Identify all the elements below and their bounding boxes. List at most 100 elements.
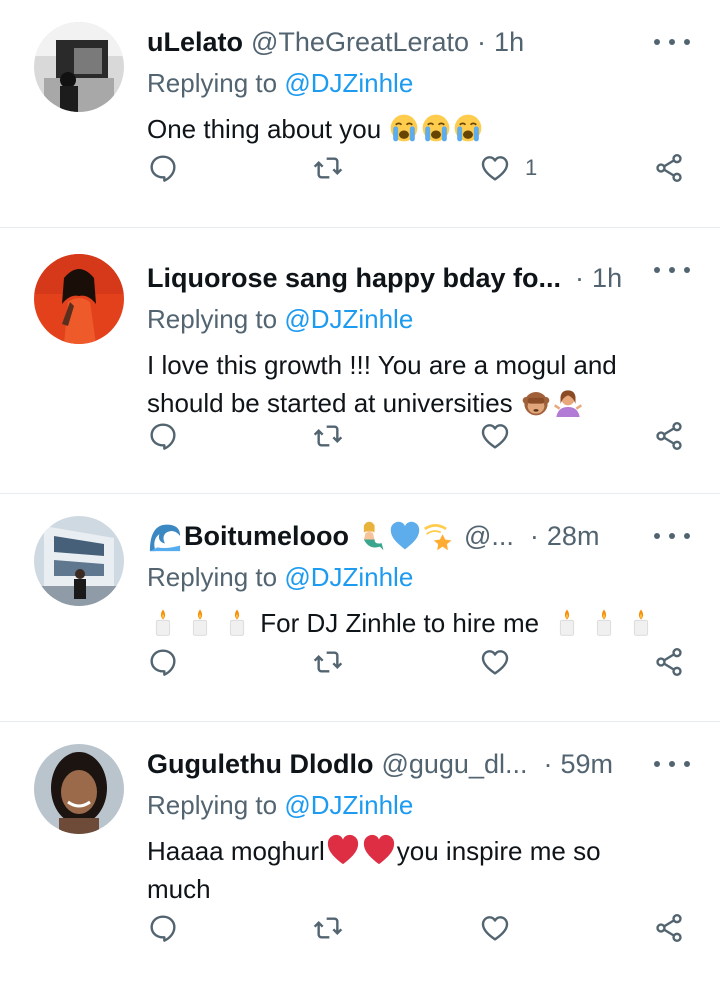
tweet[interactable]: uLelato @TheGreatLerato · 1h Replying to… (0, 0, 720, 228)
share-button[interactable] (653, 912, 685, 944)
dizzy-emoji (423, 520, 455, 552)
tweet-text: Haaaa moghurl you inspire me so much (147, 832, 690, 908)
tweet-text: For DJ Zinhle to hire me (147, 604, 690, 642)
avatar[interactable] (34, 516, 124, 606)
reply-icon (147, 152, 179, 184)
see-no-evil-monkey-emoji (521, 387, 551, 417)
separator-dot: · (543, 748, 553, 779)
more-icon[interactable] (654, 260, 690, 280)
avatar[interactable] (34, 254, 124, 344)
retweet-button[interactable] (312, 912, 344, 944)
separator-dot: · (575, 262, 585, 293)
timestamp[interactable]: 1h (592, 263, 622, 294)
like-button[interactable] (479, 912, 511, 944)
retweet-icon (312, 420, 344, 452)
share-icon (653, 152, 685, 184)
mermaid-emoji (355, 520, 387, 552)
like-count: 1 (525, 155, 538, 180)
separator-dot: · (529, 520, 539, 551)
tweet-text-line: I love this growth !!! You are a mogul a… (147, 350, 617, 380)
user-handle[interactable]: @TheGreatLerato (251, 27, 469, 58)
retweet-icon (312, 646, 344, 678)
reply-button[interactable] (147, 646, 179, 678)
retweet-icon (312, 152, 344, 184)
more-icon[interactable] (654, 526, 690, 546)
display-name[interactable]: Liquorose sang happy bday fo... (147, 263, 561, 294)
heart-icon (479, 420, 511, 452)
reply-icon (147, 912, 179, 944)
blue-heart-emoji (389, 520, 421, 552)
mention-link[interactable]: @DJZinhle (284, 68, 413, 98)
mention-link[interactable]: @DJZinhle (284, 304, 413, 334)
user-handle[interactable]: @gugu_dl... (381, 749, 527, 780)
like-button[interactable] (479, 420, 511, 452)
display-name[interactable]: Gugulethu Dlodlo (147, 749, 373, 780)
tweet-text-part: you inspire me so (396, 836, 601, 866)
share-button[interactable] (653, 152, 685, 184)
tweet-text: One thing about you (147, 110, 690, 148)
replying-to-label: Replying to (147, 562, 278, 592)
candle-emoji (185, 607, 215, 637)
reply-button[interactable] (147, 420, 179, 452)
loudly-crying-face-emoji (453, 113, 483, 143)
reply-icon (147, 646, 179, 678)
like-button[interactable] (479, 646, 511, 678)
timestamp[interactable]: 28m (547, 521, 600, 552)
heart-icon (479, 152, 511, 184)
tweet-text-part: Haaaa moghurl (147, 836, 325, 866)
replying-to-label: Replying to (147, 790, 278, 820)
share-icon (653, 646, 685, 678)
avatar[interactable] (34, 744, 124, 834)
replying-to: Replying to @DJZinhle (147, 304, 690, 338)
share-icon (653, 420, 685, 452)
more-icon[interactable] (654, 754, 690, 774)
loudly-crying-face-emoji (389, 113, 419, 143)
red-heart-emoji (326, 833, 360, 867)
heart-icon (479, 912, 511, 944)
candle-emoji (552, 607, 582, 637)
reply-button[interactable] (147, 152, 179, 184)
tweet[interactable]: Liquorose sang happy bday fo... · 1h Rep… (0, 228, 720, 494)
retweet-button[interactable] (312, 152, 344, 184)
user-handle[interactable]: @... (464, 521, 514, 552)
display-name[interactable]: Boitumelooo (184, 521, 349, 552)
water-wave-emoji (148, 519, 182, 553)
tweet-text: I love this growth !!! You are a mogul a… (147, 346, 690, 422)
person-shrugging-emoji (553, 387, 583, 417)
mention-link[interactable]: @DJZinhle (284, 562, 413, 592)
avatar[interactable] (34, 22, 124, 112)
tweet[interactable]: Gugulethu Dlodlo @gugu_dl... · 59m Reply… (0, 722, 720, 1002)
retweet-icon (312, 912, 344, 944)
tweet-text-line: should be started at universities (147, 388, 513, 418)
candle-emoji (148, 607, 178, 637)
share-icon (653, 912, 685, 944)
reply-button[interactable] (147, 912, 179, 944)
more-icon[interactable] (654, 32, 690, 52)
reply-icon (147, 420, 179, 452)
replying-to-label: Replying to (147, 68, 278, 98)
replying-to: Replying to @DJZinhle (147, 790, 690, 824)
replying-to: Replying to @DJZinhle (147, 562, 690, 596)
tweet-text-line: One thing about you (147, 114, 382, 144)
mention-link[interactable]: @DJZinhle (284, 790, 413, 820)
replying-to-label: Replying to (147, 304, 278, 334)
candle-emoji (626, 607, 656, 637)
tweet[interactable]: Boitumelooo @... · 28m Replying to @DJZi… (0, 494, 720, 722)
tweet-text-line: For DJ Zinhle to hire me (260, 608, 540, 638)
red-heart-emoji (362, 833, 396, 867)
heart-icon (479, 646, 511, 678)
share-button[interactable] (653, 646, 685, 678)
retweet-button[interactable] (312, 420, 344, 452)
retweet-button[interactable] (312, 646, 344, 678)
separator-dot: · (477, 26, 487, 57)
like-button[interactable]: 1 (479, 152, 537, 184)
timestamp[interactable]: 59m (560, 749, 613, 780)
candle-emoji (222, 607, 252, 637)
replying-to: Replying to @DJZinhle (147, 68, 690, 102)
timestamp[interactable]: 1h (494, 27, 524, 58)
share-button[interactable] (653, 420, 685, 452)
display-name[interactable]: uLelato (147, 27, 243, 58)
tweet-text-part: much (147, 874, 211, 904)
loudly-crying-face-emoji (421, 113, 451, 143)
candle-emoji (589, 607, 619, 637)
